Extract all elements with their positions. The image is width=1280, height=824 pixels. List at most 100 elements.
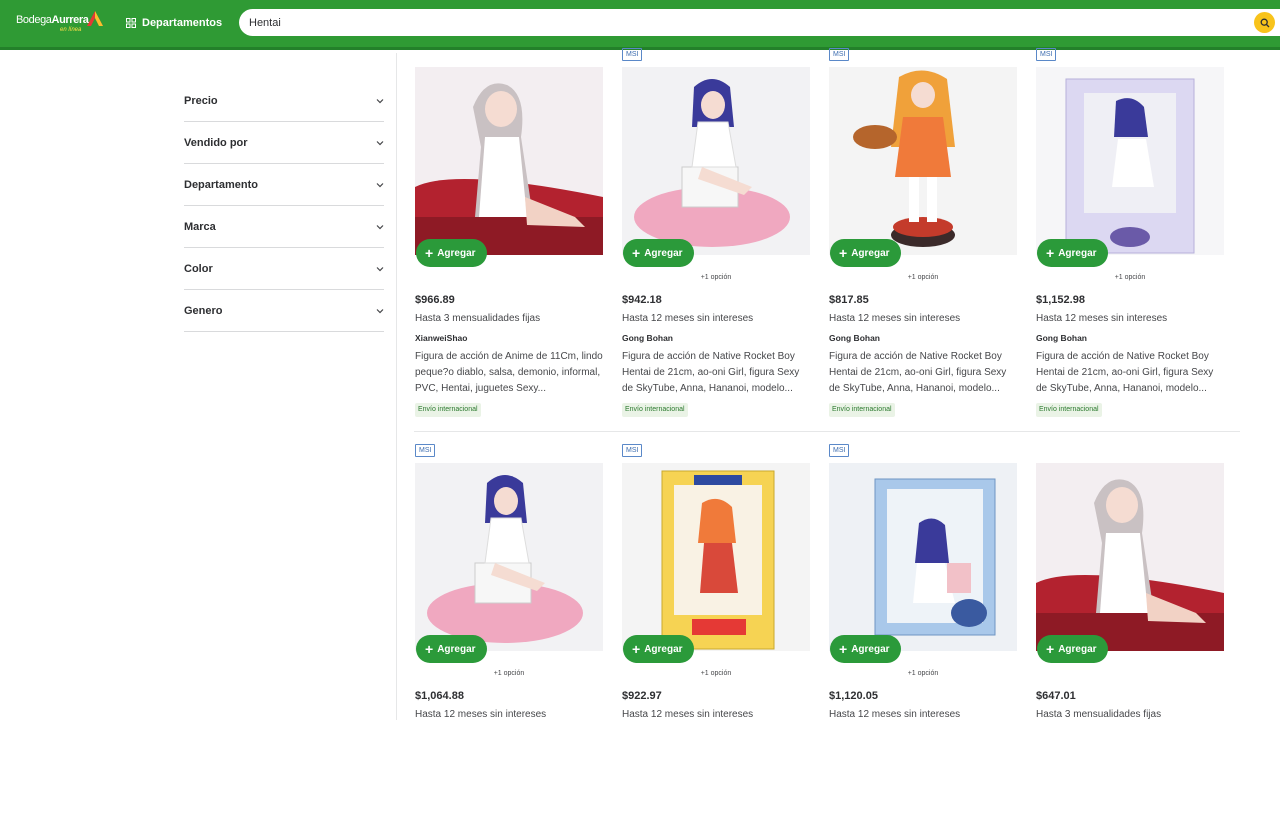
add-label: Agregar: [851, 247, 890, 259]
search-button[interactable]: [1254, 12, 1275, 33]
add-label: Agregar: [851, 643, 890, 655]
product-price: $647.01: [1036, 690, 1076, 702]
add-to-cart-button[interactable]: + Agregar: [623, 635, 694, 663]
add-to-cart-button[interactable]: + Agregar: [416, 239, 487, 267]
product-title[interactable]: Figura de acción de Native Rocket Boy He…: [622, 349, 810, 397]
options-count[interactable]: +1 opción: [1036, 274, 1224, 281]
product-title[interactable]: Figura de acción de Native Rocket Boy He…: [829, 349, 1017, 397]
product-card[interactable]: MSI + Agregar +1 opción $1,064.88 Hasta 12 me…: [415, 444, 605, 824]
international-shipping-badge: Envío internacional: [1036, 403, 1102, 417]
logo-wordmark: BodegaAurrera: [16, 14, 89, 26]
msi-badge: MSI: [829, 444, 850, 457]
product-image[interactable]: [829, 67, 1017, 255]
product-card[interactable]: MSI + Agregar +1 opción $817.85 Hasta 12 mese…: [829, 48, 1019, 428]
filter-department[interactable]: Departamento: [184, 164, 384, 206]
plus-icon: +: [425, 641, 434, 657]
departments-label: Departamentos: [142, 17, 223, 29]
add-label: Agregar: [437, 247, 476, 259]
product-card[interactable]: MSI + Agregar +1 opción $1,120.05 Hasta 12 me…: [829, 444, 1019, 824]
plus-icon: +: [632, 245, 641, 261]
product-card[interactable]: MSI + Agregar +1 opción $1,152.98 Hasta 12 me…: [1036, 48, 1226, 428]
installments-text: Hasta 12 meses sin intereses: [1036, 313, 1168, 324]
installments-text: Hasta 12 meses sin intereses: [622, 709, 754, 720]
add-label: Agregar: [437, 643, 476, 655]
chevron-down-icon: [376, 224, 384, 229]
filter-label: Color: [184, 262, 213, 275]
add-to-cart-button[interactable]: + Agregar: [1037, 239, 1108, 267]
product-image[interactable]: [415, 463, 603, 651]
row-divider: [414, 431, 1240, 432]
add-to-cart-button[interactable]: + Agregar: [830, 635, 901, 663]
product-price: $1,120.05: [829, 690, 878, 702]
product-image[interactable]: [1036, 463, 1224, 651]
msi-badge: MSI: [622, 48, 643, 61]
product-price: $966.89: [415, 294, 455, 306]
options-count[interactable]: +1 opción: [829, 274, 1017, 281]
grid-icon: [126, 18, 136, 28]
add-label: Agregar: [644, 247, 683, 259]
product-price: $922.97: [622, 690, 662, 702]
add-to-cart-button[interactable]: + Agregar: [830, 239, 901, 267]
filter-label: Precio: [184, 94, 218, 107]
top-bar: BodegaAurrera en línea Departamentos: [0, 0, 1280, 50]
product-image[interactable]: [622, 67, 810, 255]
filter-label: Vendido por: [184, 136, 248, 149]
product-card[interactable]: MSI + Agregar +1 opción $922.97 Hasta 12 mese…: [622, 444, 812, 824]
plus-icon: +: [1046, 245, 1055, 261]
chevron-down-icon: [376, 308, 384, 313]
options-count[interactable]: +1 opción: [622, 670, 810, 677]
options-count[interactable]: +1 opción: [829, 670, 1017, 677]
filter-price[interactable]: Precio: [184, 80, 384, 122]
product-card[interactable]: + Agregar $647.01 Hasta 3 mensualidades fij…: [1036, 444, 1226, 824]
add-label: Agregar: [1058, 643, 1097, 655]
filter-label: Marca: [184, 220, 216, 233]
plus-icon: +: [425, 245, 434, 261]
product-card[interactable]: + Agregar $966.89 Hasta 3 mensualidades fij…: [415, 48, 605, 428]
product-price: $1,064.88: [415, 690, 464, 702]
product-title[interactable]: Figura de acción de Native Rocket Boy He…: [1036, 349, 1224, 397]
international-shipping-badge: Envío internacional: [415, 403, 481, 417]
store-logo[interactable]: BodegaAurrera en línea: [16, 9, 106, 39]
add-label: Agregar: [644, 643, 683, 655]
seller-name: XianweiShao: [415, 333, 468, 343]
installments-text: Hasta 12 meses sin intereses: [415, 709, 547, 720]
product-price: $942.18: [622, 294, 662, 306]
add-to-cart-button[interactable]: + Agregar: [1037, 635, 1108, 663]
add-to-cart-button[interactable]: + Agregar: [416, 635, 487, 663]
product-image[interactable]: [622, 463, 810, 651]
chevron-down-icon: [376, 98, 384, 103]
logo-subtitle: en línea: [60, 27, 82, 33]
product-image[interactable]: [1036, 67, 1224, 255]
international-shipping-badge: Envío internacional: [622, 403, 688, 417]
options-count[interactable]: +1 opción: [622, 274, 810, 281]
logo-mark-icon: [87, 11, 103, 26]
filter-seller[interactable]: Vendido por: [184, 122, 384, 164]
filter-gender[interactable]: Genero: [184, 290, 384, 332]
sidebar-divider: [396, 53, 397, 720]
seller-name: Gong Bohan: [829, 333, 880, 343]
search-icon: [1260, 18, 1269, 27]
filter-sidebar: Precio Vendido por Departamento Marca Co…: [184, 80, 384, 332]
departments-button[interactable]: Departamentos: [126, 14, 222, 32]
installments-text: Hasta 12 meses sin intereses: [829, 313, 961, 324]
seller-name: Gong Bohan: [1036, 333, 1087, 343]
filter-label: Departamento: [184, 178, 258, 191]
product-card[interactable]: MSI + Agregar +1 opción $942.18 Hasta 12 mese…: [622, 48, 812, 428]
product-image[interactable]: [829, 463, 1017, 651]
filter-label: Genero: [184, 304, 223, 317]
product-image[interactable]: [415, 67, 603, 255]
product-title[interactable]: Figura de acción de Anime de 11Cm, lindo…: [415, 349, 603, 397]
product-price: $817.85: [829, 294, 869, 306]
plus-icon: +: [839, 245, 848, 261]
msi-badge: MSI: [1036, 48, 1057, 61]
chevron-down-icon: [376, 266, 384, 271]
search-input[interactable]: [249, 14, 1229, 31]
filter-brand[interactable]: Marca: [184, 206, 384, 248]
plus-icon: +: [1046, 641, 1055, 657]
chevron-down-icon: [376, 140, 384, 145]
options-count[interactable]: +1 opción: [415, 670, 603, 677]
filter-color[interactable]: Color: [184, 248, 384, 290]
seller-name: Gong Bohan: [622, 333, 673, 343]
add-label: Agregar: [1058, 247, 1097, 259]
add-to-cart-button[interactable]: + Agregar: [623, 239, 694, 267]
